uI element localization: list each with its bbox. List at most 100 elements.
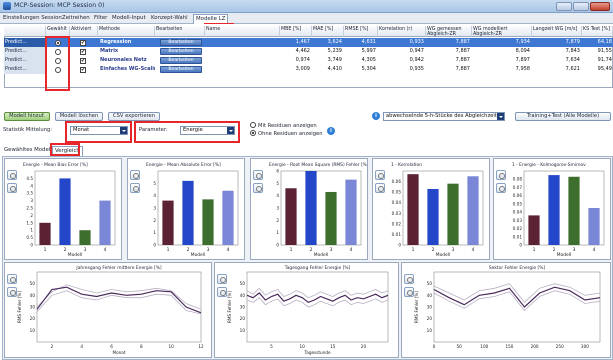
cell-wg-meas: 7,887 xyxy=(455,39,470,45)
plot-area xyxy=(36,271,202,343)
cell-pred: Predict... xyxy=(4,38,46,47)
maximize-button[interactable] xyxy=(573,2,589,11)
cell-lt: 7,634 xyxy=(565,57,580,63)
col-header-ks-test[interactable]: KS Test [%] xyxy=(582,26,613,37)
zoom-out-icon[interactable] xyxy=(217,287,227,297)
col-header-mae[interactable]: MAE [%] xyxy=(312,26,344,37)
delete-model-button[interactable]: Modell löschen xyxy=(55,112,103,121)
x-axis-label: Monat xyxy=(112,350,125,355)
x-tick-label: 2 xyxy=(432,247,435,253)
y-tick-label: 0 xyxy=(153,243,156,248)
table-row[interactable]: Predict... 1,467 3,624 4,631 0,933 7,887 7,934… xyxy=(4,38,613,47)
table-row[interactable]: Predict... 4,462 5,239 5,997 0,947 7,887 8,094… xyxy=(4,47,613,56)
active-checkbox[interactable]: ✔ xyxy=(80,66,86,73)
edit-button[interactable]: Bearbeiten xyxy=(160,66,202,73)
tab-einstellungen-session[interactable]: Einstellungen Session xyxy=(1,14,64,24)
col-header-bearbeiten[interactable]: Bearbeiten xyxy=(155,26,205,37)
zoom-out-icon[interactable] xyxy=(375,183,385,193)
zoom-in-icon[interactable] xyxy=(7,170,17,180)
tab-gewaehltes-modell[interactable]: Gewähltes Modell xyxy=(2,146,54,156)
x-tick-label: 0 xyxy=(433,344,436,349)
param-label: Parameter: xyxy=(139,127,168,133)
x-tick-label: 4 xyxy=(104,247,107,253)
radio-with-label: Mit Residuen anzeigen xyxy=(258,123,317,129)
piece-select[interactable]: abwechselnde 5-h-Stücke des Abgleichzeit… xyxy=(383,112,505,121)
col-header-rmse[interactable]: RMSE [%] xyxy=(344,26,378,37)
col-header-name[interactable]: Name xyxy=(205,26,280,37)
tab-filter[interactable]: Filter xyxy=(92,14,109,24)
zoom-out-icon[interactable] xyxy=(253,183,263,193)
line-chart-svg: Sektor Fehler Energie [%] 10 20 30 40 50 0 50 10… xyxy=(414,265,601,349)
y-tick-label: 0 xyxy=(398,243,401,248)
zoom-out-icon[interactable] xyxy=(404,287,414,297)
zoom-out-icon[interactable] xyxy=(496,183,506,193)
cell-wg-mod: 7,958 xyxy=(515,66,530,72)
cell-wg-mod: 8,094 xyxy=(515,48,530,54)
chart-title: Jahresgang Fehler mittlere Energie [%] xyxy=(75,265,161,271)
y-tick-label: 1 xyxy=(153,230,156,235)
table-row[interactable]: Predict... 3,009 4,410 5,304 0,935 7,887 7,958… xyxy=(4,65,613,74)
stat-select[interactable]: Monat xyxy=(70,126,128,135)
radio-with-residuals[interactable] xyxy=(250,122,256,128)
close-button[interactable] xyxy=(590,2,610,11)
tab-zeitreihen[interactable]: Zeitreihen xyxy=(60,14,92,24)
cell-mbe: 4,462 xyxy=(295,48,310,54)
export-csv-button[interactable]: CSV exportieren xyxy=(108,112,160,121)
y-tick-label: 2.5 xyxy=(26,206,33,211)
active-checkbox[interactable]: ✔ xyxy=(80,48,86,55)
col-header-methode[interactable]: Methode xyxy=(98,26,155,37)
col-header-korrelation[interactable]: Korrelation (r) xyxy=(378,26,426,37)
cell-mbe: 3,009 xyxy=(295,66,310,72)
cell-mae: 5,239 xyxy=(327,48,342,54)
y-tick-label: 20 xyxy=(30,316,36,321)
col-header-aktiviert[interactable]: Aktiviert xyxy=(70,26,98,37)
chart-title: 1 - Korrelation xyxy=(391,162,422,168)
bar-2 xyxy=(305,171,317,245)
edit-button[interactable]: Bearbeiten xyxy=(160,48,202,55)
add-model-button[interactable]: Modell hinzuf. xyxy=(4,112,50,121)
y-tick-label: 0.05 xyxy=(392,190,402,195)
x-tick-label: 3 xyxy=(207,247,210,253)
bar-1 xyxy=(407,174,419,245)
x-tick-label: 3 xyxy=(330,247,333,253)
zoom-in-icon[interactable] xyxy=(375,170,385,180)
zoom-in-icon[interactable] xyxy=(7,274,17,284)
help-icon[interactable]: i xyxy=(327,127,335,135)
col-header-mbe[interactable]: MBE [%] xyxy=(280,26,312,37)
bar-4 xyxy=(588,208,600,245)
active-checkbox[interactable]: ✔ xyxy=(80,57,86,64)
y-tick-label: 4 xyxy=(276,193,279,198)
zoom-in-icon[interactable] xyxy=(130,170,140,180)
col-header-wg-gemessen[interactable]: WG gemessen Abgleich-ZR xyxy=(426,26,472,37)
tab-modell-input[interactable]: Modell-Input xyxy=(110,14,148,24)
col-header-langzeit-wg[interactable]: Langzeit WG [m/s] xyxy=(532,26,582,37)
col-header-wg-modelliert[interactable]: WG modelliert Abgleich-ZR xyxy=(472,26,532,37)
table-row[interactable]: Predict... 0,974 3,749 4,305 0,942 7,887 7,897… xyxy=(4,56,613,65)
zoom-in-icon[interactable] xyxy=(217,274,227,284)
chosen-column-highlight xyxy=(45,36,70,91)
bar-chart-svg: Energie - Root Mean Square (RMS) Fehler … xyxy=(269,162,367,258)
cell-corr: 0,942 xyxy=(409,57,424,63)
active-checkbox[interactable]: ✔ xyxy=(80,39,86,46)
x-tick-label: 100 xyxy=(480,344,488,349)
radio-without-residuals[interactable] xyxy=(250,130,256,136)
param-select[interactable]: Energie xyxy=(180,126,235,135)
minimize-button[interactable] xyxy=(556,2,572,11)
zoom-out-icon[interactable] xyxy=(130,183,140,193)
zoom-out-icon[interactable] xyxy=(7,287,17,297)
zoom-out-icon[interactable] xyxy=(7,183,17,193)
zoom-in-icon[interactable] xyxy=(496,170,506,180)
col-header-pred[interactable] xyxy=(4,26,46,37)
bar-chart-svg: Energie - Mean Bias Error [%] 0 0.5 1 1.5 2 2.… xyxy=(23,162,116,258)
zoom-in-icon[interactable] xyxy=(404,274,414,284)
training-test-button[interactable]: Training+Test (Alle Modelle) xyxy=(515,112,611,121)
zoom-in-icon[interactable] xyxy=(253,170,263,180)
x-axis-label: Tagesstunde xyxy=(303,350,331,355)
edit-button[interactable]: Bearbeiten xyxy=(160,39,202,46)
bar-1 xyxy=(162,200,174,245)
tab-konzept-wahl[interactable]: Konzept-Wahl xyxy=(149,14,190,24)
radio-without-label: Ohne Residuen anzeigen xyxy=(258,131,323,137)
info-icon[interactable]: i xyxy=(372,112,380,120)
bar-3 xyxy=(79,230,91,245)
edit-button[interactable]: Bearbeiten xyxy=(160,57,202,64)
